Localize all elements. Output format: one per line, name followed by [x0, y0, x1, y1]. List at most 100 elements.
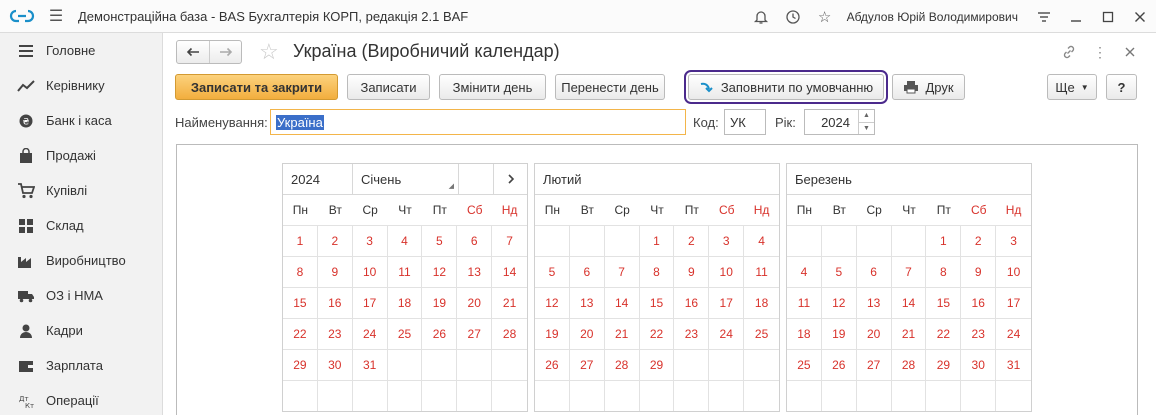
sidebar-item-manager[interactable]: Керівнику [0, 68, 162, 103]
day-cell[interactable]: 13 [570, 288, 605, 318]
day-cell[interactable]: 15 [283, 288, 318, 318]
sidebar-item-purchases[interactable]: Купівлі [0, 173, 162, 208]
day-cell[interactable]: 8 [283, 257, 318, 287]
day-cell[interactable]: 8 [926, 257, 962, 287]
sidebar-item-main[interactable]: Головне [0, 33, 162, 68]
fill-default-button[interactable]: Заповнити по умовчанню [684, 70, 888, 104]
day-cell[interactable]: 6 [570, 257, 605, 287]
day-cell[interactable]: 13 [457, 257, 493, 287]
change-day-button[interactable]: Змінити день [439, 74, 546, 100]
save-button[interactable]: Записати [347, 74, 430, 100]
day-cell[interactable]: 27 [457, 319, 493, 349]
day-cell[interactable]: 30 [961, 350, 997, 380]
day-cell[interactable]: 28 [492, 319, 527, 349]
day-cell[interactable]: 25 [744, 319, 779, 349]
day-cell[interactable]: 28 [892, 350, 927, 380]
day-cell[interactable]: 20 [570, 319, 605, 349]
year-input[interactable]: 2024 ▲ ▼ [804, 109, 875, 135]
day-cell[interactable]: 20 [457, 288, 493, 318]
day-cell[interactable]: 7 [492, 226, 527, 256]
link-icon[interactable] [1059, 42, 1079, 62]
sidebar-item-operations[interactable]: Дт Кт Операції [0, 383, 162, 415]
user-name[interactable]: Абдулов Юрій Володимирович [847, 10, 1018, 24]
day-cell[interactable]: 27 [857, 350, 892, 380]
more-button[interactable]: Ще ▼ [1047, 74, 1097, 100]
day-cell[interactable]: 26 [422, 319, 458, 349]
day-cell[interactable]: 26 [535, 350, 570, 380]
day-cell[interactable]: 22 [926, 319, 962, 349]
favorites-star-icon[interactable]: ☆ [809, 0, 841, 33]
day-cell[interactable]: 11 [388, 257, 423, 287]
main-menu-icon[interactable]: ☰ [44, 0, 68, 33]
day-cell[interactable]: 24 [353, 319, 388, 349]
next-month-chevron-right-icon[interactable] [494, 164, 527, 195]
day-cell[interactable]: 6 [457, 226, 493, 256]
day-cell[interactable]: 23 [961, 319, 997, 349]
day-cell[interactable]: 1 [926, 226, 962, 256]
month-select[interactable]: Січень ◢ [353, 163, 459, 195]
day-cell[interactable]: 21 [892, 319, 927, 349]
day-cell[interactable]: 10 [353, 257, 388, 287]
move-day-button[interactable]: Перенести день [555, 74, 665, 100]
day-cell[interactable]: 14 [605, 288, 640, 318]
day-cell[interactable]: 22 [640, 319, 675, 349]
day-cell[interactable]: 19 [535, 319, 570, 349]
settings-menu-icon[interactable] [1028, 0, 1060, 33]
favorite-star-icon[interactable]: ☆ [259, 40, 279, 64]
day-cell[interactable]: 8 [640, 257, 675, 287]
day-cell[interactable]: 27 [570, 350, 605, 380]
day-cell[interactable]: 17 [353, 288, 388, 318]
day-cell[interactable]: 2 [318, 226, 353, 256]
day-cell[interactable]: 16 [674, 288, 710, 318]
day-cell[interactable]: 4 [744, 226, 779, 256]
day-cell[interactable]: 23 [674, 319, 710, 349]
day-cell[interactable]: 18 [388, 288, 423, 318]
close-window-icon[interactable] [1124, 0, 1156, 33]
sidebar-item-salary[interactable]: Зарплата [0, 348, 162, 383]
day-cell[interactable]: 17 [709, 288, 745, 318]
day-cell[interactable]: 30 [318, 350, 353, 380]
day-cell[interactable]: 5 [535, 257, 570, 287]
day-cell[interactable]: 24 [996, 319, 1031, 349]
year-stepper[interactable]: ▲ ▼ [858, 110, 874, 134]
day-cell[interactable]: 10 [709, 257, 745, 287]
day-cell[interactable]: 9 [318, 257, 353, 287]
day-cell[interactable]: 4 [388, 226, 423, 256]
day-cell[interactable]: 14 [492, 257, 527, 287]
day-cell[interactable]: 25 [787, 350, 822, 380]
day-cell[interactable]: 18 [787, 319, 822, 349]
day-cell[interactable]: 21 [605, 319, 640, 349]
day-cell[interactable]: 31 [353, 350, 388, 380]
bell-icon[interactable] [745, 0, 777, 33]
day-cell[interactable]: 12 [535, 288, 570, 318]
day-cell[interactable]: 9 [961, 257, 997, 287]
close-form-icon[interactable] [1120, 42, 1140, 62]
day-cell[interactable]: 5 [822, 257, 857, 287]
day-cell[interactable]: 1 [283, 226, 318, 256]
day-cell[interactable]: 3 [709, 226, 745, 256]
print-button[interactable]: Друк [892, 74, 965, 100]
day-cell[interactable]: 1 [640, 226, 675, 256]
day-cell[interactable]: 29 [283, 350, 318, 380]
day-cell[interactable]: 9 [674, 257, 710, 287]
day-cell[interactable]: 23 [318, 319, 353, 349]
day-cell[interactable]: 25 [388, 319, 423, 349]
day-cell[interactable]: 22 [283, 319, 318, 349]
day-cell[interactable]: 5 [422, 226, 458, 256]
day-cell[interactable]: 10 [996, 257, 1031, 287]
day-cell[interactable]: 6 [857, 257, 892, 287]
day-cell[interactable]: 2 [961, 226, 997, 256]
day-cell[interactable]: 7 [892, 257, 927, 287]
back-arrow-icon[interactable] [177, 41, 209, 63]
day-cell[interactable]: 12 [422, 257, 458, 287]
maximize-icon[interactable] [1092, 0, 1124, 33]
day-cell[interactable]: 29 [640, 350, 675, 380]
day-cell[interactable]: 4 [787, 257, 822, 287]
day-cell[interactable]: 12 [822, 288, 857, 318]
day-cell[interactable]: 3 [996, 226, 1031, 256]
day-cell[interactable]: 17 [996, 288, 1031, 318]
minimize-icon[interactable] [1060, 0, 1092, 33]
day-cell[interactable]: 28 [605, 350, 640, 380]
day-cell[interactable]: 16 [961, 288, 997, 318]
day-cell[interactable]: 13 [857, 288, 892, 318]
